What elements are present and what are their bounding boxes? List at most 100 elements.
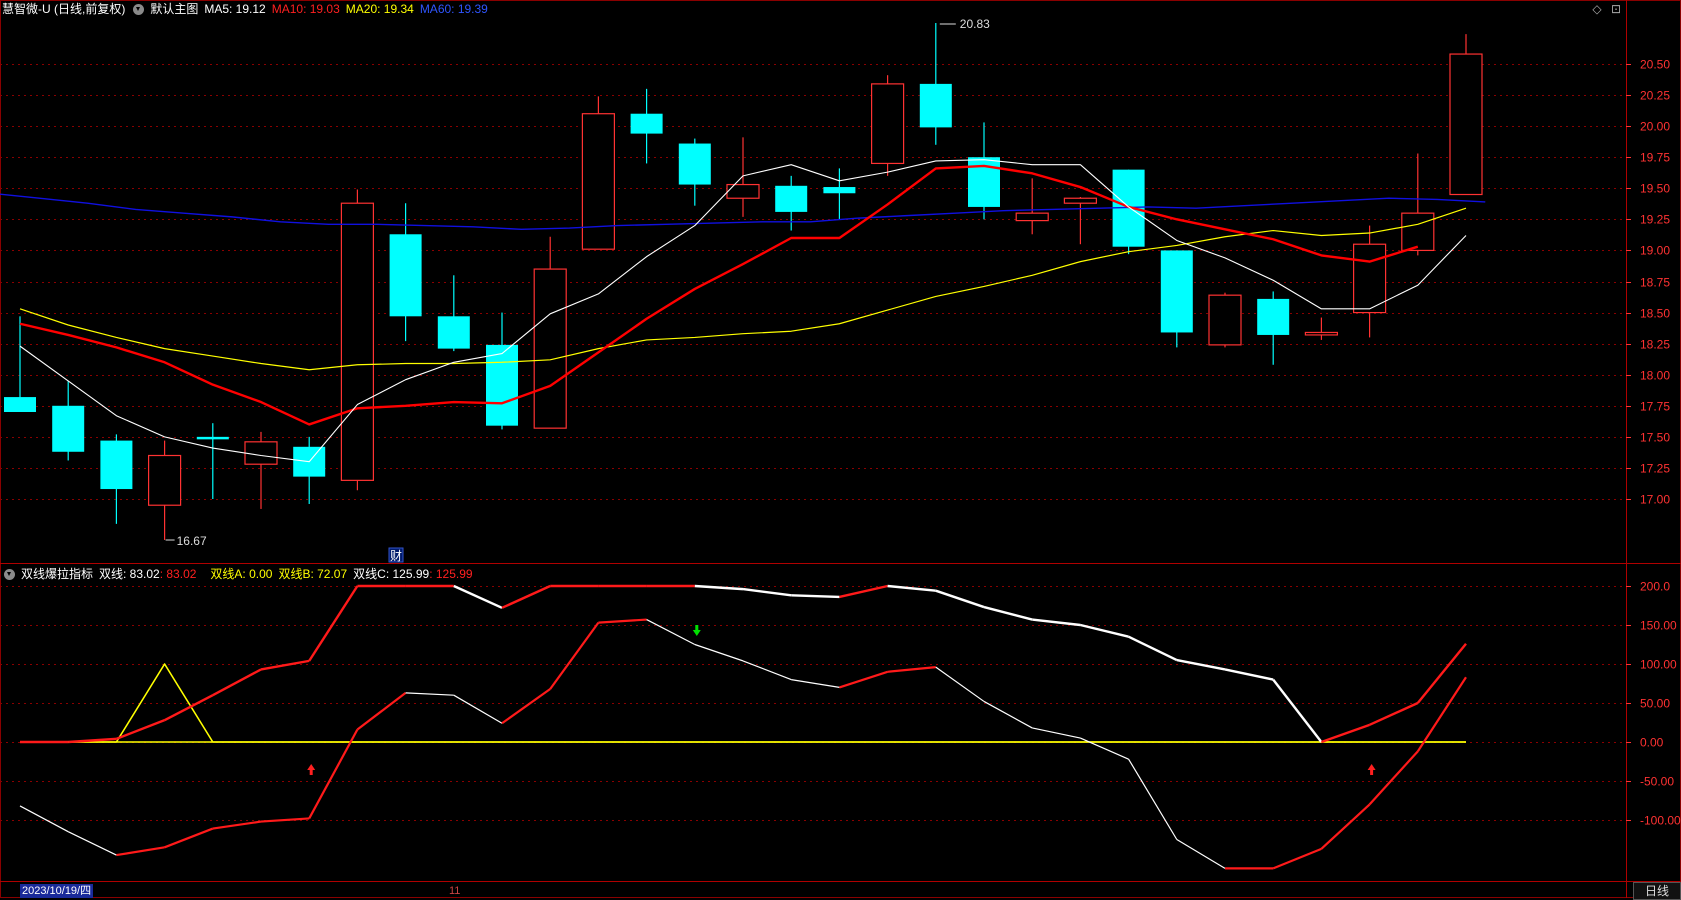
high-annotation: 20.83	[960, 17, 990, 31]
line-c-segment	[935, 589, 985, 609]
line-c-segment	[212, 668, 262, 697]
candle-body-down	[196, 436, 229, 440]
line-segment	[1320, 803, 1371, 850]
period-button[interactable]: 日线	[1633, 882, 1681, 900]
line-c-segment	[839, 584, 888, 599]
candle-body-up	[244, 441, 278, 465]
stock-title: 慧智微-U (日线,前复权)	[2, 2, 126, 16]
candle-body-down	[968, 157, 1000, 207]
candle	[726, 137, 760, 217]
candle-body-up	[870, 83, 905, 165]
line-segment	[67, 831, 117, 856]
ma10-label: MA10: 19.03	[271, 2, 340, 16]
line-c-segment	[1128, 635, 1178, 662]
line-c-segment	[308, 585, 359, 662]
candle	[678, 138, 711, 206]
candle-body-down	[1160, 250, 1193, 333]
candle-body-up	[533, 268, 567, 429]
candle	[968, 122, 1000, 220]
candle	[823, 168, 856, 220]
line-c-segment	[983, 605, 1033, 621]
line-c-segment	[1224, 668, 1274, 681]
template-dropdown-icon[interactable]	[133, 3, 145, 15]
line-segment	[549, 622, 600, 690]
line-segment	[501, 688, 551, 725]
price-tick-label: 17.75	[1640, 400, 1670, 414]
osc-tick-label: -50.00	[1640, 775, 1674, 789]
line-segment	[1032, 727, 1081, 739]
candle	[1401, 153, 1435, 256]
line-c-segment	[887, 584, 936, 592]
line-c-segment	[1176, 658, 1226, 671]
candle	[1112, 169, 1145, 255]
candle	[244, 431, 278, 509]
line-c-segment	[742, 587, 792, 597]
buy-arrow-icon	[1367, 764, 1376, 775]
candle-body-up	[1449, 53, 1483, 196]
line-segment	[887, 666, 936, 673]
restore-icon[interactable]: ⊡	[1611, 2, 1621, 16]
line-c-segment	[694, 584, 744, 591]
candle	[1063, 196, 1098, 245]
candle	[1160, 250, 1193, 348]
candle-body-up	[1352, 243, 1387, 314]
line-segment	[405, 692, 454, 696]
candle	[1449, 34, 1483, 196]
diamond-icon[interactable]: ◇	[1592, 2, 1601, 16]
sell-arrow-icon	[692, 625, 701, 636]
candle	[389, 203, 422, 342]
candle	[437, 275, 470, 352]
window-controls: ◇ ⊡	[1586, 2, 1621, 16]
candle-body-down	[52, 405, 85, 452]
osc-tick-label: 100.00	[1640, 658, 1677, 672]
line-segment	[1368, 750, 1419, 806]
price-tick-label: 18.25	[1640, 338, 1670, 352]
ma60-label: MA60: 19.39	[419, 2, 488, 16]
month-tick-label: 11	[449, 885, 461, 897]
template-name[interactable]: 默认主图	[150, 0, 198, 18]
line-segment	[164, 827, 214, 849]
line-c-segment	[501, 584, 551, 609]
line-c-value: : 125.99	[429, 567, 473, 581]
price-tick-label: 19.75	[1640, 151, 1670, 165]
stock-chart-window: 20.50 20.25 20.00 19.75 19.50 19.25 19.00 18.75…	[0, 0, 1681, 900]
ma20-line	[19, 207, 1467, 371]
line-segment	[260, 817, 310, 823]
candle	[870, 75, 905, 176]
candle-body-down	[630, 113, 663, 134]
line-segment	[791, 679, 840, 688]
line-value: : 83.02	[159, 567, 197, 581]
price-tick-label: 17.00	[1640, 493, 1670, 507]
indicator-dropdown-icon[interactable]	[4, 568, 15, 580]
price-tick-label: 17.50	[1640, 431, 1670, 445]
line-c-segment	[1272, 678, 1323, 743]
osc-tick-label: 200.0	[1640, 580, 1670, 594]
candle-body-down	[100, 440, 133, 490]
candle	[919, 22, 952, 145]
ma10-line	[19, 164, 1419, 426]
candle	[100, 434, 133, 524]
candle-body-down	[1257, 298, 1290, 335]
main-chart-header: 慧智微-U (日线,前复权) 默认主图 MA5: 19.12 MA10: 19.…	[2, 0, 494, 18]
candle-body-up	[148, 454, 182, 506]
line-segment	[212, 820, 262, 830]
price-tick-label: 20.00	[1640, 120, 1670, 134]
ma20-label: MA20: 19.34	[345, 2, 414, 16]
candle	[1208, 292, 1242, 348]
candle	[533, 236, 567, 429]
indicator-name[interactable]: 双线爆拉指标	[21, 565, 93, 583]
candle	[148, 440, 182, 541]
line-segment	[935, 666, 985, 702]
line-segment	[983, 700, 1033, 729]
candle-body-up	[1015, 212, 1049, 222]
price-tick-label: 18.00	[1640, 369, 1670, 383]
line-a-label: 双线A: 0.00	[210, 567, 273, 581]
line-c-segment	[453, 584, 503, 609]
price-tick-label: 17.25	[1640, 462, 1670, 476]
chart-canvas[interactable]: 20.50 20.25 20.00 19.75 19.50 19.25 19.00 18.75…	[0, 0, 1681, 898]
ma5-label: MA5: 19.12	[204, 2, 266, 16]
price-tick-label: 18.50	[1640, 307, 1670, 321]
line-segment	[1272, 847, 1322, 870]
candle-body-down	[486, 344, 518, 426]
line-c-segment	[1320, 723, 1371, 744]
